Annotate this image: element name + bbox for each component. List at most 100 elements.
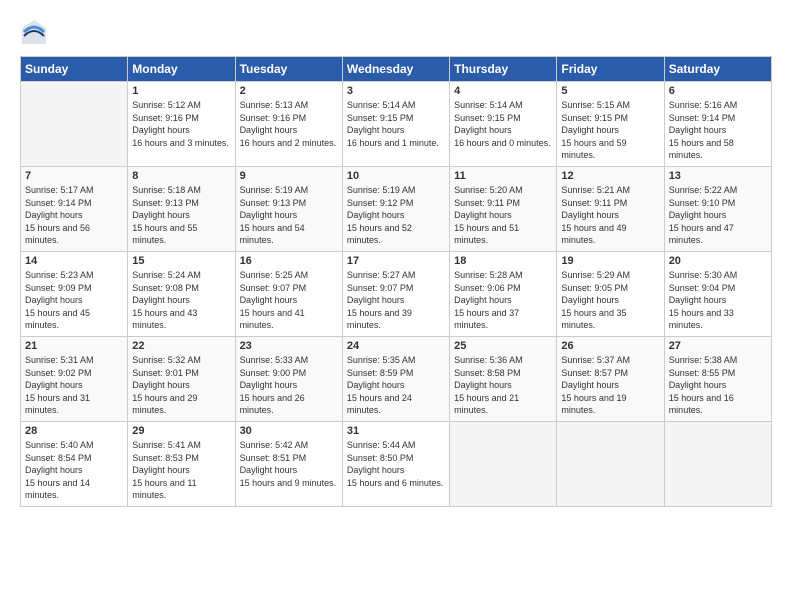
day-number: 25 bbox=[454, 340, 552, 352]
day-info: Sunrise: 5:15 AM Sunset: 9:15 PM Dayligh… bbox=[561, 99, 659, 162]
sunset-label: Sunset: 9:09 PM bbox=[25, 283, 92, 293]
day-number: 7 bbox=[25, 170, 123, 182]
calendar-cell bbox=[21, 82, 128, 167]
day-number: 21 bbox=[25, 340, 123, 352]
day-info: Sunrise: 5:22 AM Sunset: 9:10 PM Dayligh… bbox=[669, 184, 767, 247]
day-info: Sunrise: 5:16 AM Sunset: 9:14 PM Dayligh… bbox=[669, 99, 767, 162]
daylight-label: Daylight hours bbox=[669, 210, 727, 220]
daylight-label: Daylight hours bbox=[454, 295, 512, 305]
daylight-value: 15 hours and 58 minutes. bbox=[669, 138, 734, 161]
day-info: Sunrise: 5:20 AM Sunset: 9:11 PM Dayligh… bbox=[454, 184, 552, 247]
sunrise-label: Sunrise: 5:36 AM bbox=[454, 355, 523, 365]
sunrise-label: Sunrise: 5:42 AM bbox=[240, 440, 309, 450]
calendar-cell: 9 Sunrise: 5:19 AM Sunset: 9:13 PM Dayli… bbox=[235, 167, 342, 252]
daylight-value: 15 hours and 51 minutes. bbox=[454, 223, 519, 246]
daylight-value: 15 hours and 26 minutes. bbox=[240, 393, 305, 416]
day-number: 30 bbox=[240, 425, 338, 437]
calendar-cell: 11 Sunrise: 5:20 AM Sunset: 9:11 PM Dayl… bbox=[450, 167, 557, 252]
day-info: Sunrise: 5:27 AM Sunset: 9:07 PM Dayligh… bbox=[347, 269, 445, 332]
calendar-cell: 8 Sunrise: 5:18 AM Sunset: 9:13 PM Dayli… bbox=[128, 167, 235, 252]
daylight-value: 15 hours and 41 minutes. bbox=[240, 308, 305, 331]
day-info: Sunrise: 5:12 AM Sunset: 9:16 PM Dayligh… bbox=[132, 99, 230, 149]
daylight-label: Daylight hours bbox=[454, 380, 512, 390]
calendar-cell: 15 Sunrise: 5:24 AM Sunset: 9:08 PM Dayl… bbox=[128, 252, 235, 337]
daylight-label: Daylight hours bbox=[240, 210, 298, 220]
day-info: Sunrise: 5:17 AM Sunset: 9:14 PM Dayligh… bbox=[25, 184, 123, 247]
sunrise-label: Sunrise: 5:33 AM bbox=[240, 355, 309, 365]
daylight-value: 15 hours and 33 minutes. bbox=[669, 308, 734, 331]
day-number: 18 bbox=[454, 255, 552, 267]
calendar-week-5: 28 Sunrise: 5:40 AM Sunset: 8:54 PM Dayl… bbox=[21, 422, 772, 507]
daylight-value: 15 hours and 14 minutes. bbox=[25, 478, 90, 501]
calendar-cell: 22 Sunrise: 5:32 AM Sunset: 9:01 PM Dayl… bbox=[128, 337, 235, 422]
daylight-value: 15 hours and 37 minutes. bbox=[454, 308, 519, 331]
day-number: 31 bbox=[347, 425, 445, 437]
day-info: Sunrise: 5:28 AM Sunset: 9:06 PM Dayligh… bbox=[454, 269, 552, 332]
col-thursday: Thursday bbox=[450, 57, 557, 82]
daylight-value: 15 hours and 45 minutes. bbox=[25, 308, 90, 331]
sunset-label: Sunset: 9:16 PM bbox=[240, 113, 307, 123]
sunset-label: Sunset: 9:16 PM bbox=[132, 113, 199, 123]
sunrise-label: Sunrise: 5:29 AM bbox=[561, 270, 630, 280]
day-number: 2 bbox=[240, 85, 338, 97]
sunset-label: Sunset: 9:11 PM bbox=[454, 198, 520, 208]
sunrise-label: Sunrise: 5:28 AM bbox=[454, 270, 523, 280]
daylight-value: 15 hours and 54 minutes. bbox=[240, 223, 305, 246]
sunset-label: Sunset: 9:04 PM bbox=[669, 283, 736, 293]
day-info: Sunrise: 5:42 AM Sunset: 8:51 PM Dayligh… bbox=[240, 439, 338, 489]
daylight-value: 15 hours and 31 minutes. bbox=[25, 393, 90, 416]
sunset-label: Sunset: 8:58 PM bbox=[454, 368, 521, 378]
sunset-label: Sunset: 9:14 PM bbox=[25, 198, 92, 208]
sunset-label: Sunset: 8:54 PM bbox=[25, 453, 92, 463]
calendar-week-2: 7 Sunrise: 5:17 AM Sunset: 9:14 PM Dayli… bbox=[21, 167, 772, 252]
sunset-label: Sunset: 8:57 PM bbox=[561, 368, 628, 378]
day-info: Sunrise: 5:33 AM Sunset: 9:00 PM Dayligh… bbox=[240, 354, 338, 417]
sunrise-label: Sunrise: 5:41 AM bbox=[132, 440, 201, 450]
daylight-value: 15 hours and 56 minutes. bbox=[25, 223, 90, 246]
calendar-cell bbox=[450, 422, 557, 507]
sunset-label: Sunset: 9:15 PM bbox=[347, 113, 414, 123]
sunrise-label: Sunrise: 5:16 AM bbox=[669, 100, 738, 110]
daylight-value: 15 hours and 55 minutes. bbox=[132, 223, 197, 246]
daylight-label: Daylight hours bbox=[561, 380, 619, 390]
calendar-cell: 6 Sunrise: 5:16 AM Sunset: 9:14 PM Dayli… bbox=[664, 82, 771, 167]
day-number: 9 bbox=[240, 170, 338, 182]
col-sunday: Sunday bbox=[21, 57, 128, 82]
col-tuesday: Tuesday bbox=[235, 57, 342, 82]
daylight-value: 16 hours and 3 minutes. bbox=[132, 138, 229, 148]
daylight-label: Daylight hours bbox=[25, 210, 83, 220]
daylight-label: Daylight hours bbox=[669, 295, 727, 305]
day-info: Sunrise: 5:18 AM Sunset: 9:13 PM Dayligh… bbox=[132, 184, 230, 247]
day-number: 14 bbox=[25, 255, 123, 267]
sunrise-label: Sunrise: 5:24 AM bbox=[132, 270, 201, 280]
col-saturday: Saturday bbox=[664, 57, 771, 82]
day-number: 23 bbox=[240, 340, 338, 352]
day-number: 15 bbox=[132, 255, 230, 267]
calendar-cell: 30 Sunrise: 5:42 AM Sunset: 8:51 PM Dayl… bbox=[235, 422, 342, 507]
day-info: Sunrise: 5:36 AM Sunset: 8:58 PM Dayligh… bbox=[454, 354, 552, 417]
day-info: Sunrise: 5:37 AM Sunset: 8:57 PM Dayligh… bbox=[561, 354, 659, 417]
day-number: 1 bbox=[132, 85, 230, 97]
daylight-value: 15 hours and 43 minutes. bbox=[132, 308, 197, 331]
calendar-cell: 16 Sunrise: 5:25 AM Sunset: 9:07 PM Dayl… bbox=[235, 252, 342, 337]
daylight-value: 15 hours and 6 minutes. bbox=[347, 478, 444, 488]
sunrise-label: Sunrise: 5:15 AM bbox=[561, 100, 630, 110]
day-number: 19 bbox=[561, 255, 659, 267]
daylight-value: 15 hours and 49 minutes. bbox=[561, 223, 626, 246]
sunrise-label: Sunrise: 5:27 AM bbox=[347, 270, 416, 280]
daylight-label: Daylight hours bbox=[347, 210, 405, 220]
day-number: 20 bbox=[669, 255, 767, 267]
sunrise-label: Sunrise: 5:44 AM bbox=[347, 440, 416, 450]
calendar-cell: 19 Sunrise: 5:29 AM Sunset: 9:05 PM Dayl… bbox=[557, 252, 664, 337]
sunset-label: Sunset: 9:10 PM bbox=[669, 198, 736, 208]
sunrise-label: Sunrise: 5:35 AM bbox=[347, 355, 416, 365]
sunset-label: Sunset: 9:12 PM bbox=[347, 198, 414, 208]
calendar-week-3: 14 Sunrise: 5:23 AM Sunset: 9:09 PM Dayl… bbox=[21, 252, 772, 337]
calendar-cell: 29 Sunrise: 5:41 AM Sunset: 8:53 PM Dayl… bbox=[128, 422, 235, 507]
daylight-value: 16 hours and 1 minute. bbox=[347, 138, 439, 148]
daylight-label: Daylight hours bbox=[132, 465, 190, 475]
daylight-value: 16 hours and 2 minutes. bbox=[240, 138, 337, 148]
sunset-label: Sunset: 8:50 PM bbox=[347, 453, 414, 463]
sunrise-label: Sunrise: 5:19 AM bbox=[347, 185, 416, 195]
calendar-cell: 12 Sunrise: 5:21 AM Sunset: 9:11 PM Dayl… bbox=[557, 167, 664, 252]
